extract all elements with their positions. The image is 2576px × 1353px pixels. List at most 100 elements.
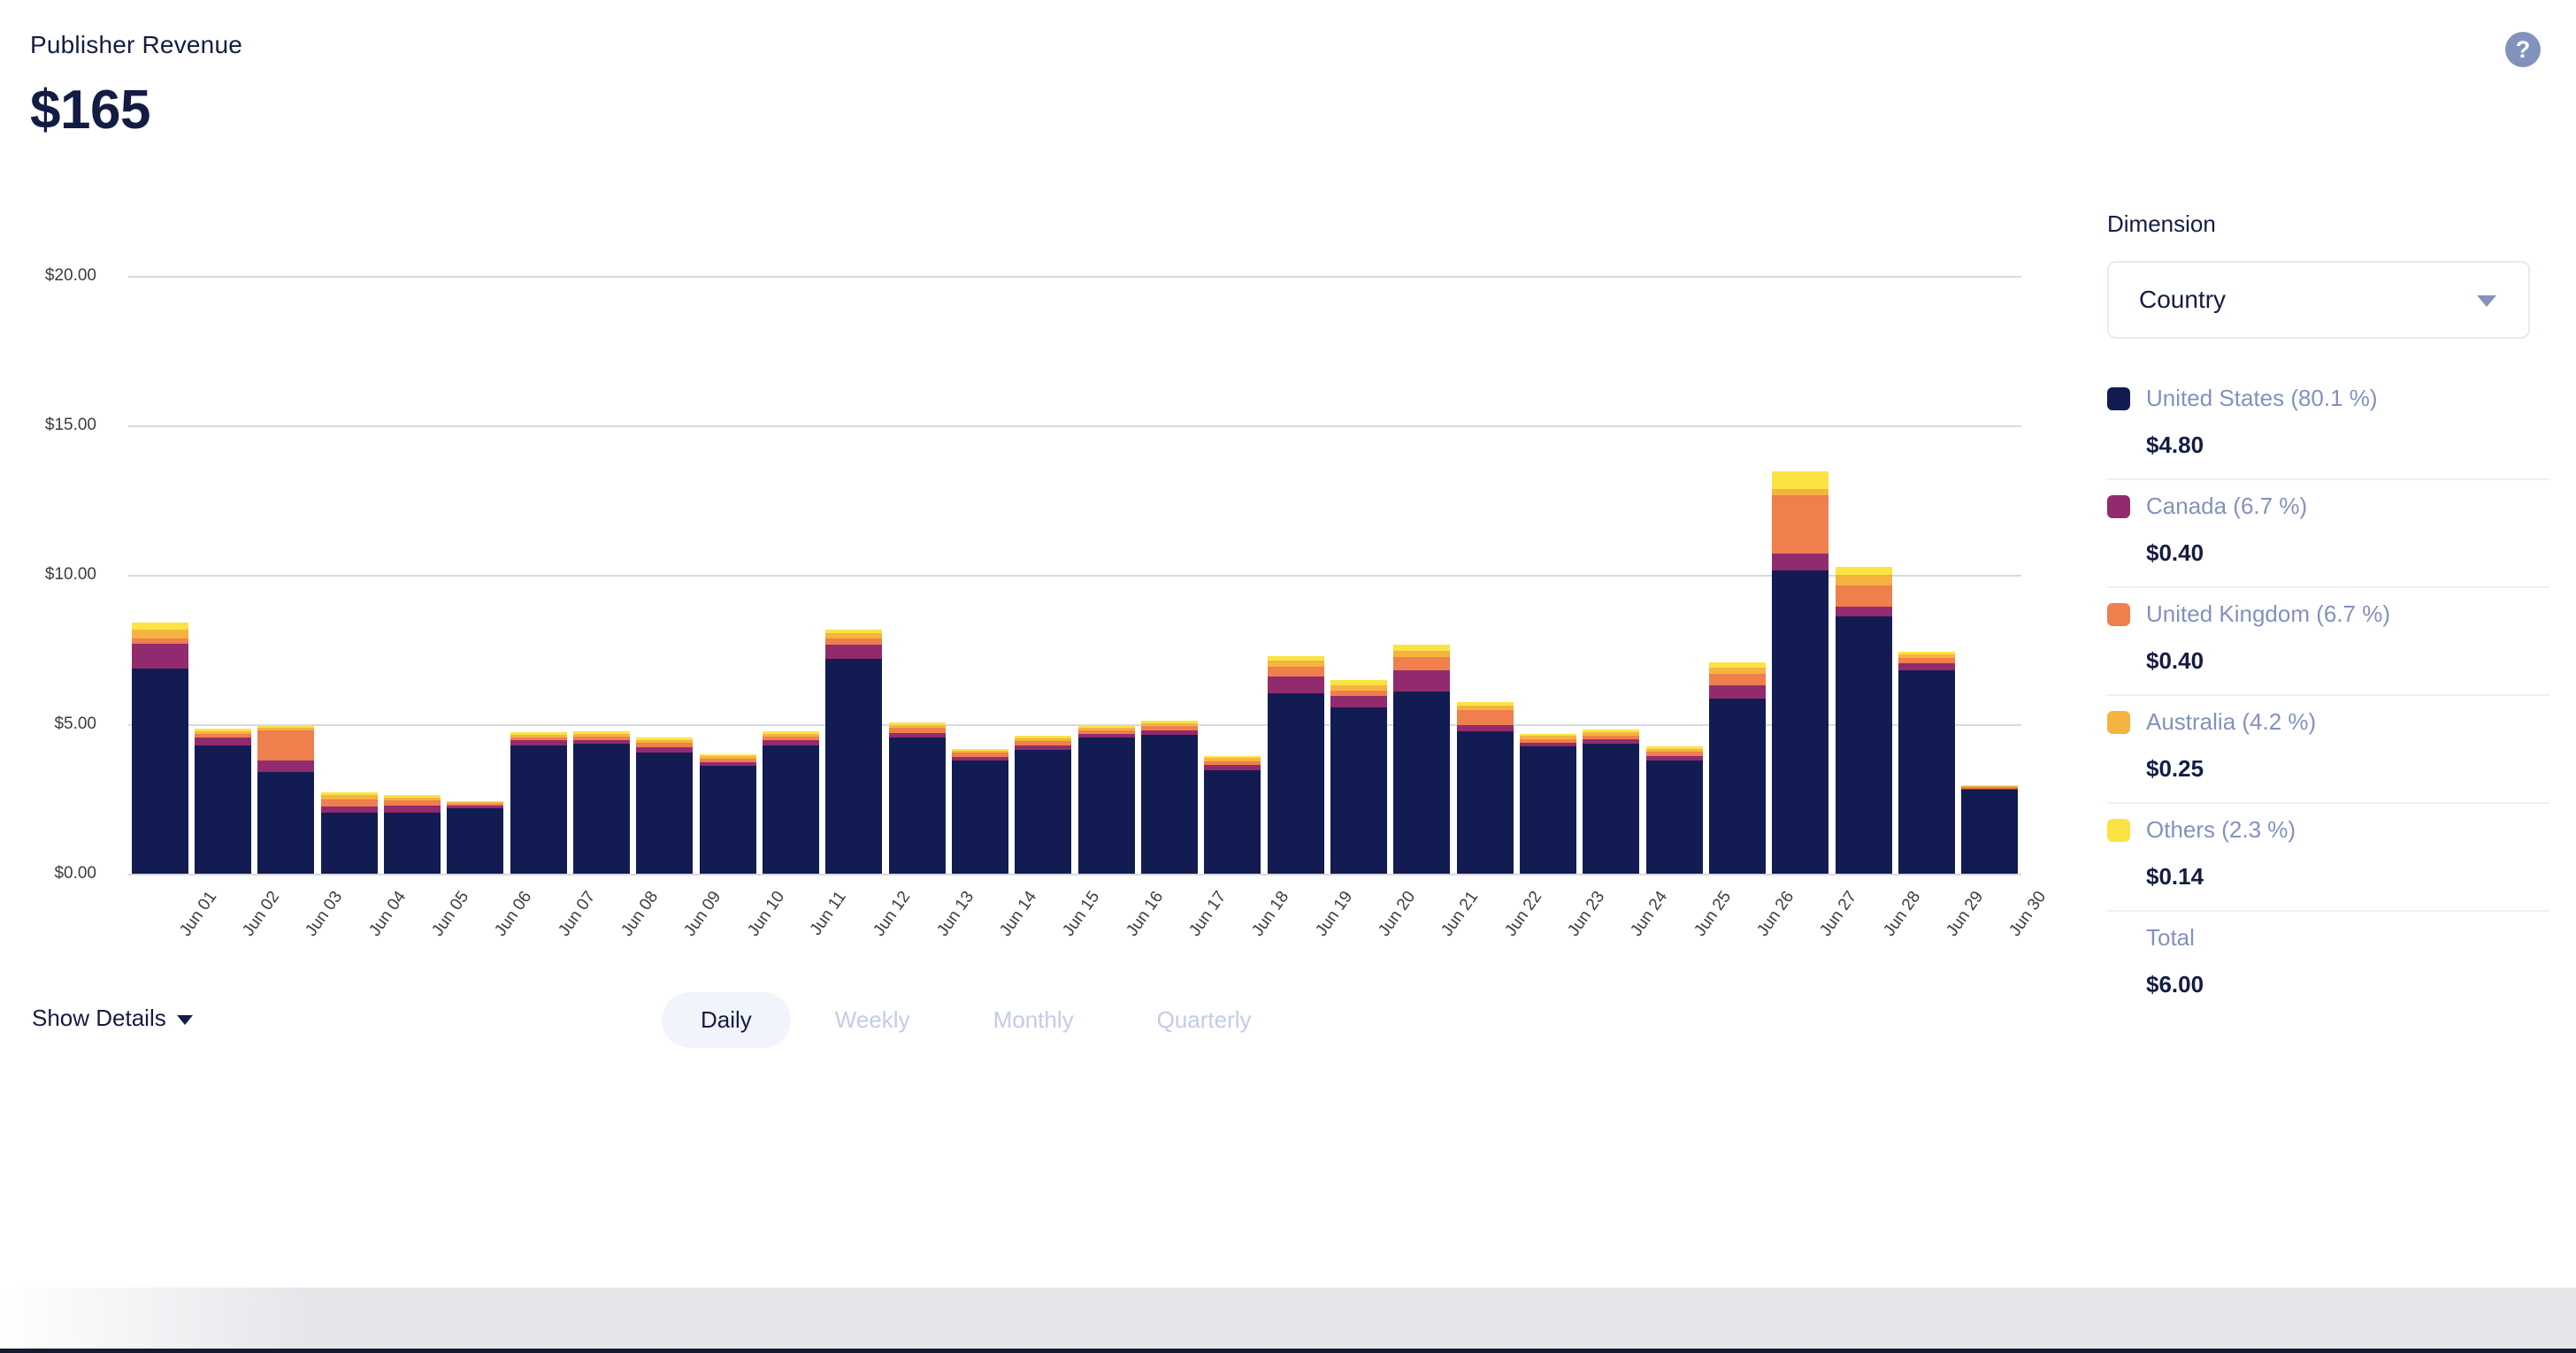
chart-bar[interactable] [825,629,883,874]
chart-bar-segment [1393,670,1451,692]
tab-quarterly[interactable]: Quarterly [1118,992,1291,1048]
x-axis-tick-label: Jun 18 [1248,888,1293,940]
y-axis-tick-label: $5.00 [54,715,96,733]
x-axis-tick-label: Jun 01 [175,888,220,940]
legend-item-label: United Kingdom (6.7 %) [2146,600,2391,627]
chart-bar-segment [1077,738,1135,874]
chart-bar-segment [1393,644,1451,651]
chart-bar-segment [131,669,188,874]
chart-bar[interactable] [1077,725,1135,874]
legend-item[interactable]: United States (80.1 %) $4.80 [2107,372,2549,480]
legend-item-value: $0.40 [2146,539,2204,566]
tab-monthly[interactable]: Monthly [954,992,1113,1048]
chart-bar-segment [1709,673,1766,686]
chart-bar[interactable] [1772,470,1829,874]
x-axis-tick-label: Jun 14 [996,888,1041,940]
chart-bar-segment [447,807,504,874]
x-axis-tick-label: Jun 28 [1879,888,1924,940]
show-details-toggle[interactable]: Show Details [32,1005,193,1032]
chart-bar-segment [888,738,946,874]
chart-bar[interactable] [510,731,567,874]
chart-bar[interactable] [636,738,694,874]
chart-bar-segment [1267,692,1324,874]
x-axis-tick-label: Jun 04 [364,888,410,940]
legend-total-value: $6.00 [2146,971,2204,998]
chart-bar-segment [195,745,251,874]
x-axis-tick-label: Jun 15 [1059,888,1104,940]
tab-daily[interactable]: Daily [662,992,791,1048]
chart-bar-segment [1456,731,1514,874]
x-axis-tick-label: Jun 16 [1122,888,1167,940]
x-axis-tick-label: Jun 17 [1185,888,1230,940]
chart-bar[interactable] [1393,644,1451,874]
chart-bar[interactable] [952,748,1008,874]
chart-bar[interactable] [1520,733,1576,874]
y-axis-tick-label: $20.00 [44,266,96,285]
chart-bar-segment [1267,661,1324,668]
chart-bar[interactable] [1583,730,1640,874]
chart-bar-segment [195,738,251,745]
period-tabs: Daily Weekly Monthly Quarterly [662,992,1291,1048]
legend-color-swatch [2107,818,2130,842]
chart-bar[interactable] [763,731,819,874]
legend-item[interactable]: Others (2.3 %) $0.14 [2107,804,2549,912]
chart-bar-segment [1772,554,1829,570]
chart-bar[interactable] [1267,655,1324,874]
chart-bar[interactable] [1709,661,1766,874]
gridline [128,874,2021,875]
legend-item[interactable]: Australia (4.2 %) $0.25 [2107,696,2549,804]
panel-header: Publisher Revenue $165 [30,30,2153,138]
chart-bar[interactable] [320,792,378,874]
chart-bar-segment [384,812,441,874]
chart-bar[interactable] [1456,701,1514,874]
chart-bar[interactable] [1330,680,1387,874]
chart-bar[interactable] [447,800,504,874]
chart-bar[interactable] [888,722,946,874]
chart-bar[interactable] [1835,566,1892,874]
legend-item[interactable]: United Kingdom (6.7 %) $0.40 [2107,588,2549,696]
x-axis-tick-label: Jun 26 [1753,888,1798,940]
chart-bar[interactable] [573,730,630,874]
x-axis-tick-label: Jun 19 [1311,888,1356,940]
chart-bar[interactable] [257,726,315,874]
chart-bar-segment [257,760,315,773]
chart-bar[interactable] [1015,736,1072,874]
page-bottom-shadow [0,1288,2576,1349]
x-axis-labels: Jun 01 Jun 02 Jun 03 Jun 04 Jun 05 Jun 06 Jun … [128,879,2051,964]
page-title: Publisher Revenue [30,31,242,58]
dimension-select[interactable]: Country [2107,261,2530,339]
chart-bar[interactable] [384,795,441,874]
chart-bar-segment [1835,616,1892,874]
chart-bar[interactable] [1898,651,1955,874]
x-axis-tick-label: Jun 03 [302,888,347,940]
legend-color-swatch [2107,710,2130,734]
chart-bar-segment [1393,656,1451,671]
tab-weekly[interactable]: Weekly [796,992,949,1048]
chart-bar-segment [825,645,883,659]
x-axis-tick-label: Jun 24 [1627,888,1672,940]
legend-item-header: United Kingdom (6.7 %) [2107,600,2549,628]
legend-color-swatch [2107,494,2130,518]
chart-bar-segment [1898,670,1955,874]
chart-bar[interactable] [1141,721,1198,874]
chart-bar[interactable] [131,623,188,874]
chart-bar-segment [257,730,315,761]
chart-bar-segment [131,623,188,630]
legend-color-swatch [2107,386,2130,410]
x-axis-tick-label: Jun 30 [2005,888,2051,940]
chart-bar[interactable] [699,753,756,874]
x-axis-tick-label: Jun 05 [428,888,473,940]
legend-item-label: Australia (4.2 %) [2146,708,2317,735]
chart-bar-segment [699,766,756,874]
chart-bar[interactable] [1204,755,1261,874]
legend-color-swatch [2107,602,2130,626]
x-axis-tick-label: Jun 07 [554,888,599,940]
page-bottom-edge [0,1349,2576,1353]
revenue-total-value: $165 [30,79,150,141]
chart-bar-segment [1520,746,1576,874]
legend-item-header: Australia (4.2 %) [2107,708,2549,736]
chart-bar[interactable] [1961,785,2019,874]
chart-bar[interactable] [195,729,251,874]
chart-bar[interactable] [1645,746,1703,874]
legend-item[interactable]: Canada (6.7 %) $0.40 [2107,480,2549,588]
